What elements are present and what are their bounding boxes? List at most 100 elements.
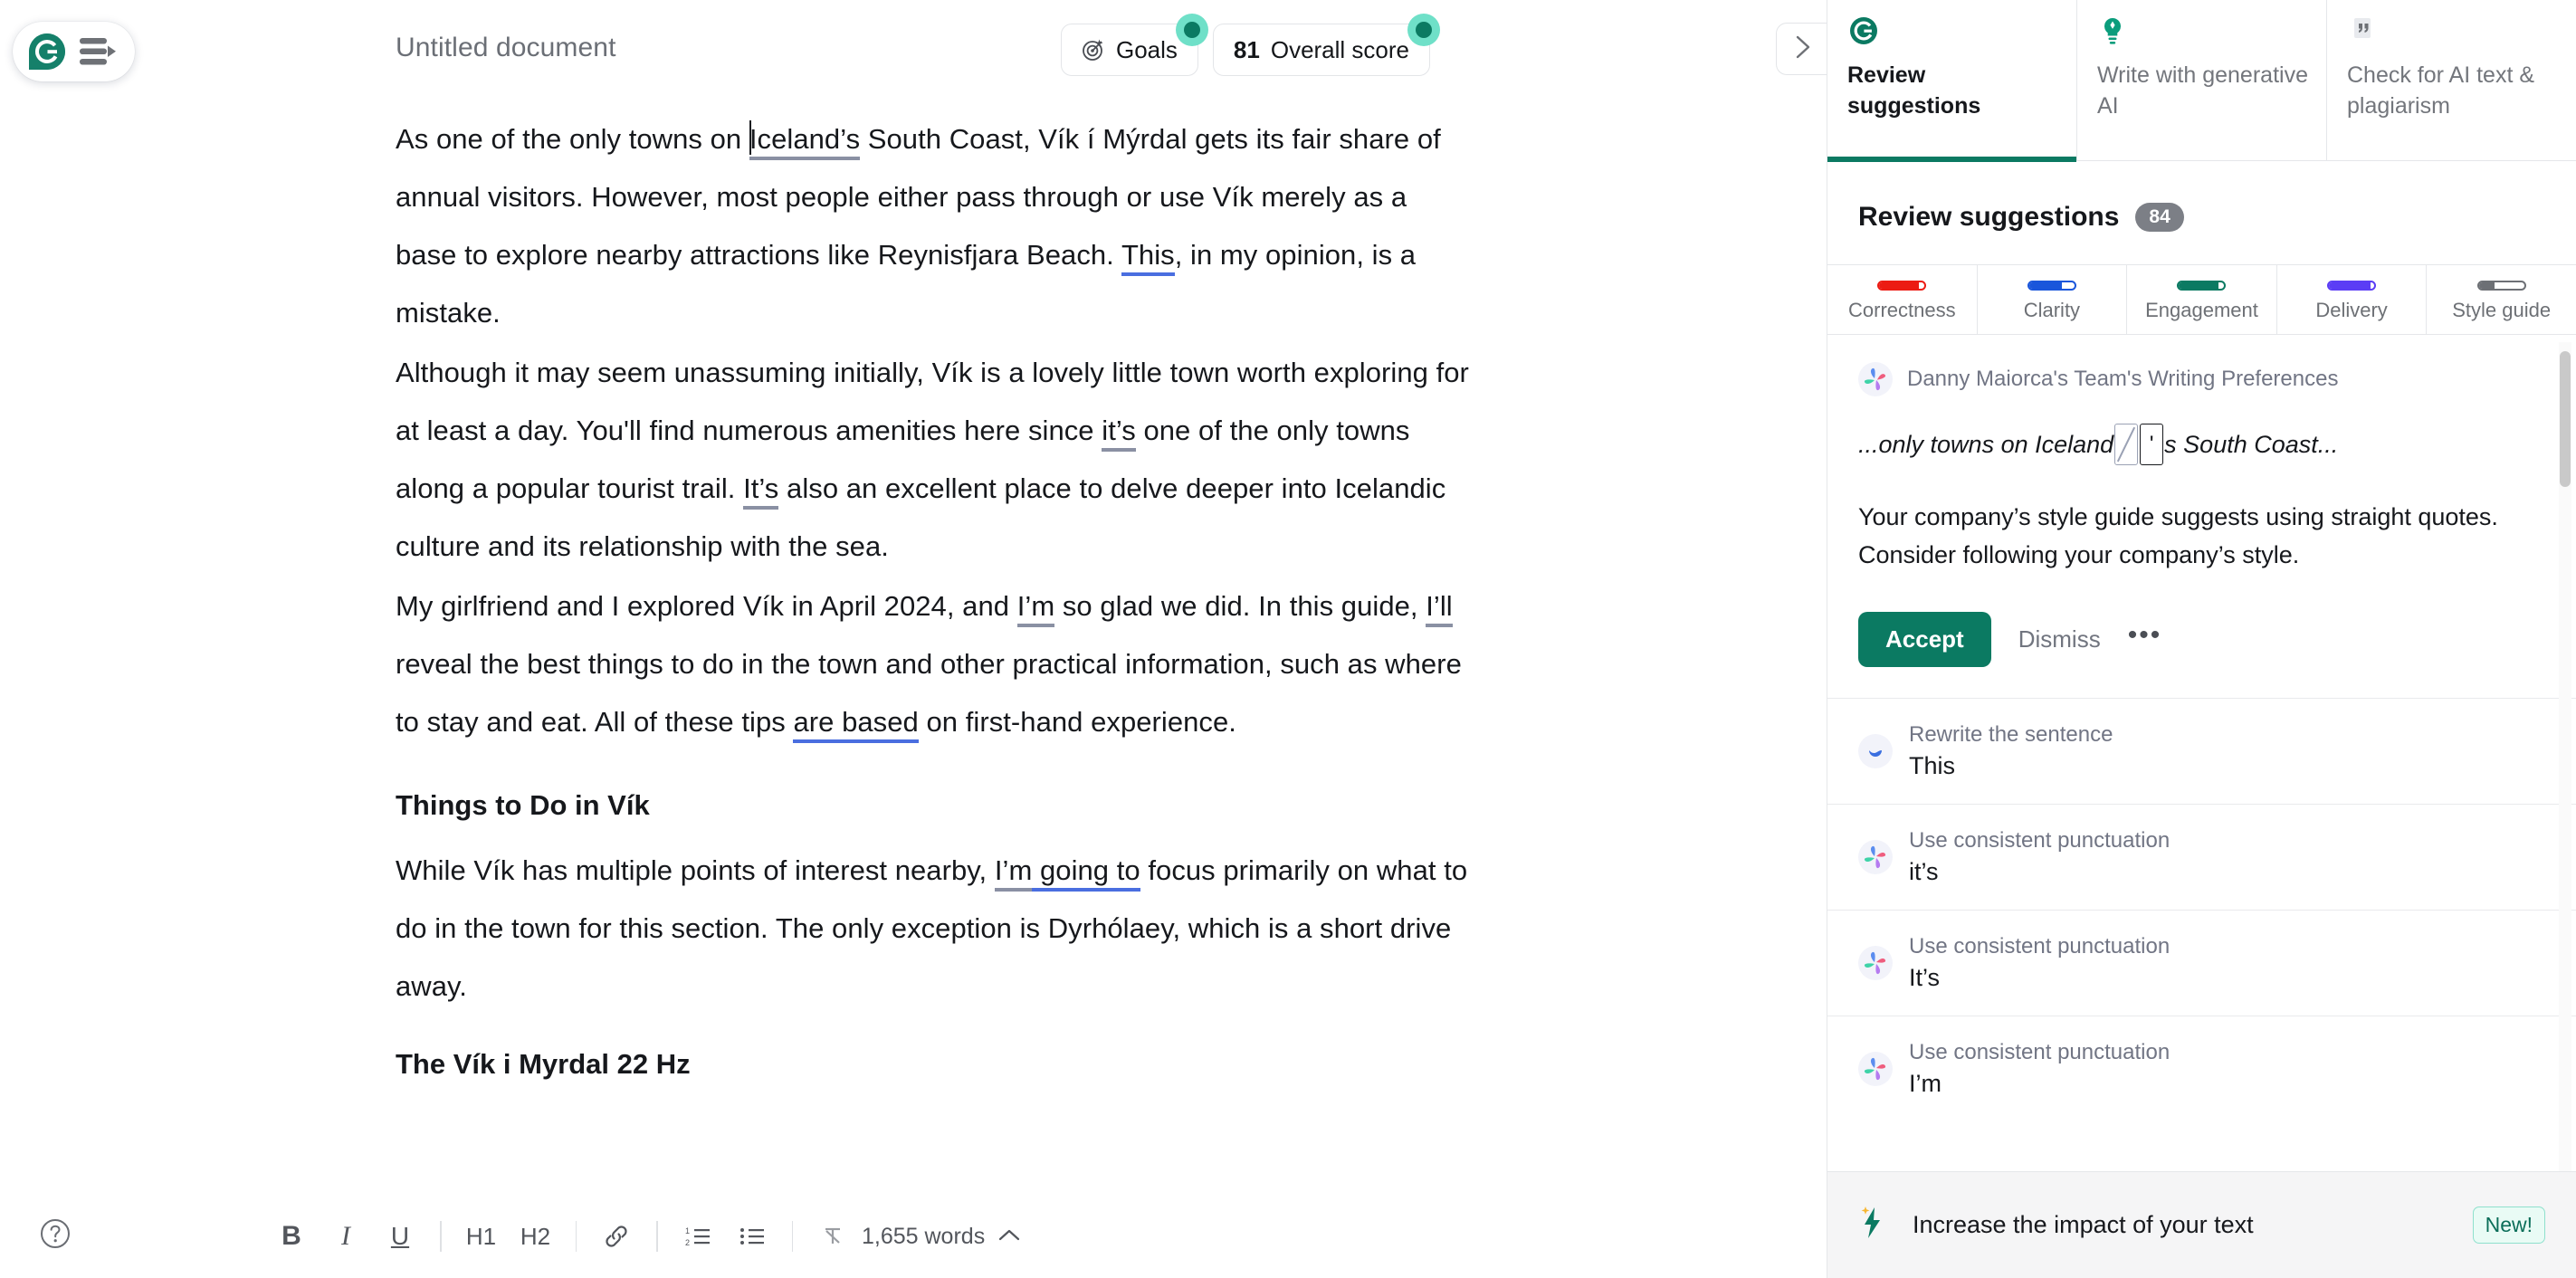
tab-check-for-ai-text-plagiarism[interactable]: Check for AI text & plagiarism bbox=[2327, 0, 2576, 160]
suggestions-count-badge: 84 bbox=[2135, 203, 2184, 232]
category-label: Engagement bbox=[2145, 299, 2258, 321]
category-tab-clarity[interactable]: Clarity bbox=[1978, 265, 2128, 334]
suggestion-text: It’s bbox=[1909, 964, 1941, 991]
suggestion-description: Your company’s style guide suggests usin… bbox=[1858, 503, 2498, 568]
scrollbar-thumb[interactable] bbox=[2560, 351, 2571, 487]
impact-banner-text: Increase the impact of your text bbox=[1913, 1211, 2254, 1238]
app-root: Untitled document Goals 81 Overall score… bbox=[0, 0, 2576, 1278]
dismiss-button[interactable]: Dismiss bbox=[2018, 625, 2101, 653]
category-label: Style guide bbox=[2452, 299, 2552, 321]
suggestion-list-item[interactable]: Rewrite the sentence This bbox=[1827, 698, 2576, 804]
toolbar-divider bbox=[791, 1221, 793, 1252]
heading-2-button[interactable]: H2 bbox=[515, 1216, 557, 1257]
suggestion-source: Danny Maiorca's Team's Writing Preferenc… bbox=[1858, 362, 2540, 396]
active-suggestion-card: Danny Maiorca's Team's Writing Preferenc… bbox=[1827, 335, 2576, 667]
category-tab-engagement[interactable]: Engagement bbox=[2127, 265, 2277, 334]
bold-button[interactable]: B bbox=[271, 1216, 312, 1257]
suggestion-kind: Rewrite the sentence bbox=[1909, 722, 2113, 747]
paragraph: While Vík has multiple points of interes… bbox=[396, 854, 1468, 1002]
paragraph: My girlfriend and I explored Vík in Apri… bbox=[396, 577, 1473, 751]
grammarly-g-icon bbox=[1847, 13, 2060, 49]
ordered-list-icon[interactable]: 1 2 bbox=[677, 1216, 719, 1257]
category-progress-bar bbox=[1877, 281, 1927, 291]
quote-prefix: ...only towns on Iceland bbox=[1858, 430, 2114, 458]
clarity-underline[interactable]: are based bbox=[793, 706, 919, 743]
suggestion-text: it’s bbox=[1909, 858, 1939, 885]
style-guide-underline[interactable]: I’m bbox=[994, 854, 1033, 892]
accept-button[interactable]: Accept bbox=[1858, 612, 1991, 667]
tab-label: Write with generative AI bbox=[2097, 62, 2308, 119]
tab-write-with-generative-ai[interactable]: Write with generative AI bbox=[2077, 0, 2327, 160]
underline-button[interactable]: U bbox=[379, 1216, 421, 1257]
suggestions-scroll-area[interactable]: Danny Maiorca's Team's Writing Preferenc… bbox=[1827, 335, 2576, 1171]
question-circle-icon[interactable] bbox=[36, 1215, 74, 1253]
paragraph: As one of the only towns on Iceland’s So… bbox=[396, 110, 1473, 342]
suggestion-list-item[interactable]: Use consistent punctuation it’s bbox=[1827, 804, 2576, 910]
category-progress-bar bbox=[2027, 281, 2076, 291]
category-tab-style-guide[interactable]: Style guide bbox=[2427, 265, 2576, 334]
impact-banner[interactable]: Increase the impact of your text New! bbox=[1827, 1171, 2576, 1278]
overall-score-button[interactable]: 81 Overall score bbox=[1212, 14, 1440, 76]
toolbar-divider bbox=[656, 1221, 658, 1252]
logo-chip[interactable] bbox=[13, 22, 135, 81]
tab-label: Review suggestions bbox=[1847, 62, 1981, 119]
review-suggestions-header: Review suggestions 84 bbox=[1827, 161, 2576, 244]
clarity-underline[interactable]: going to bbox=[1032, 854, 1140, 892]
tab-review-suggestions[interactable]: Review suggestions bbox=[1827, 0, 2077, 162]
clipped-heading: The Vík i Myrdal 22 Hz bbox=[396, 1048, 691, 1080]
category-progress-bar bbox=[2476, 281, 2526, 291]
category-tabs: Correctness Clarity Engagement Delivery Styl… bbox=[1827, 264, 2576, 335]
category-label: Clarity bbox=[2023, 299, 2081, 321]
sidebar-tabs: Review suggestions Write with generative… bbox=[1827, 0, 2576, 162]
deleted-char-box bbox=[2114, 424, 2139, 465]
lightbulb-icon bbox=[2097, 13, 2310, 49]
fade-mask bbox=[0, 1122, 1827, 1195]
collapse-panel-button[interactable] bbox=[1776, 23, 1827, 75]
editor-pane: Untitled document Goals 81 Overall score… bbox=[0, 0, 1827, 1278]
goals-status-badge bbox=[1175, 14, 1208, 46]
word-count-button[interactable]: 1,655 words bbox=[862, 1195, 1021, 1278]
grammarly-g-logo[interactable] bbox=[27, 32, 67, 72]
style-guide-flower-icon bbox=[1858, 946, 1893, 980]
document-body[interactable]: As one of the only towns on Iceland’s So… bbox=[396, 110, 1473, 1093]
style-guide-flower-icon bbox=[1858, 1052, 1893, 1086]
category-label: Delivery bbox=[2315, 299, 2388, 321]
inserted-char-box: ' bbox=[2140, 424, 2164, 465]
overall-score-value: 81 bbox=[1233, 35, 1260, 63]
italic-button[interactable]: I bbox=[325, 1216, 367, 1257]
header-actions: Goals 81 Overall score bbox=[1061, 14, 1440, 76]
suggestion-list-item[interactable]: Use consistent punctuation I’m bbox=[1827, 1016, 2576, 1121]
goals-button[interactable]: Goals bbox=[1061, 14, 1208, 76]
heading-1-button[interactable]: H1 bbox=[461, 1216, 502, 1257]
suggestion-text: This bbox=[1909, 752, 1956, 779]
svg-text:2: 2 bbox=[685, 1238, 690, 1247]
more-options-button[interactable]: ••• bbox=[2128, 621, 2162, 658]
style-guide-underline[interactable]: it’s bbox=[1102, 415, 1136, 452]
category-tab-correctness[interactable]: Correctness bbox=[1827, 265, 1978, 334]
goals-label: Goals bbox=[1116, 35, 1178, 63]
category-progress-bar bbox=[2327, 281, 2377, 291]
suggestion-quote: ...only towns on Iceland ' s South Coast… bbox=[1858, 424, 2540, 465]
clarity-underline[interactable]: This bbox=[1121, 239, 1175, 276]
paragraph: Although it may seem unassuming initiall… bbox=[396, 357, 1469, 562]
suggestion-kind: Use consistent punctuation bbox=[1909, 934, 2171, 958]
style-guide-underline[interactable]: It’s bbox=[743, 472, 779, 510]
suggestion-list-item[interactable]: Use consistent punctuation It’s bbox=[1827, 910, 2576, 1016]
category-tab-delivery[interactable]: Delivery bbox=[2277, 265, 2428, 334]
quote-page-icon bbox=[2347, 13, 2560, 49]
suggestion-list: Rewrite the sentence This Use consistent p… bbox=[1827, 698, 2576, 1121]
document-heading: Things to Do in Vík bbox=[396, 789, 650, 821]
clarity-drop-icon bbox=[1858, 734, 1893, 768]
panel-title: Review suggestions bbox=[1858, 202, 2120, 232]
style-guide-underline[interactable]: I’m bbox=[1016, 590, 1055, 627]
bullet-list-icon[interactable] bbox=[731, 1216, 773, 1257]
document-title[interactable]: Untitled document bbox=[396, 33, 616, 63]
hamburger-arrow-icon[interactable] bbox=[79, 36, 119, 67]
clear-format-icon[interactable] bbox=[812, 1216, 854, 1257]
style-guide-underline[interactable]: I’ll bbox=[1426, 590, 1453, 627]
category-label: Correctness bbox=[1848, 299, 1956, 321]
toolbar-divider bbox=[575, 1221, 577, 1252]
link-icon[interactable] bbox=[596, 1216, 637, 1257]
style-guide-underline[interactable]: Iceland’s bbox=[749, 123, 861, 160]
suggestion-kind: Use consistent punctuation bbox=[1909, 1040, 2171, 1064]
